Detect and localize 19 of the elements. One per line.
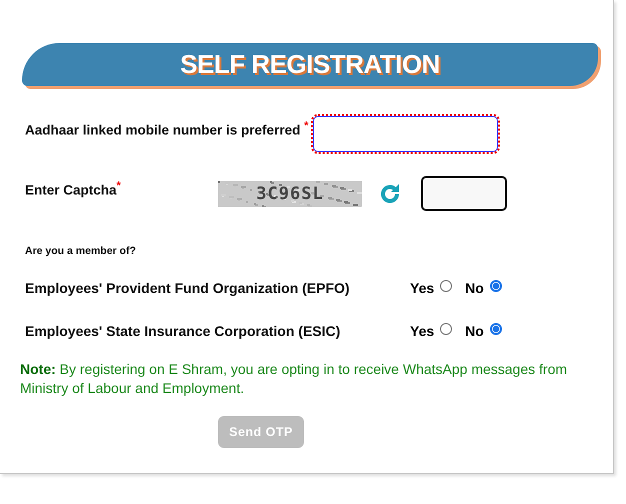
option-label: Yes	[410, 280, 434, 296]
refresh-icon[interactable]	[378, 182, 402, 206]
captcha-image: 3C96SL	[218, 180, 362, 206]
radio-button[interactable]	[490, 280, 502, 292]
captcha-label: Enter Captcha$^{*}$	[25, 180, 122, 198]
radio-button[interactable]	[440, 323, 452, 335]
option-label: No	[465, 280, 484, 296]
page-title: SELF REGISTRATION	[180, 49, 440, 80]
captcha-input[interactable]	[421, 176, 507, 211]
organization-label: Employees' Provident Fund Organization (EPFO)	[25, 280, 351, 296]
option-label: No	[465, 323, 484, 339]
organization-label: Employees' State Insurance Corporation (ESIC)	[25, 323, 342, 339]
note-text: Note: By registering on E Shram, you are opting in to receive WhatsApp messages from Ministry of Labour and Employment.	[20, 360, 568, 398]
option-label: Yes	[410, 323, 434, 339]
mobile-label: Aadhaar linked mobile number is preferred $^{*}$	[25, 120, 310, 138]
membership-question: Are you a member of?	[25, 245, 137, 257]
radio-button[interactable]	[490, 323, 502, 335]
radio-button[interactable]	[440, 280, 452, 292]
mobile-input[interactable]	[313, 116, 498, 152]
